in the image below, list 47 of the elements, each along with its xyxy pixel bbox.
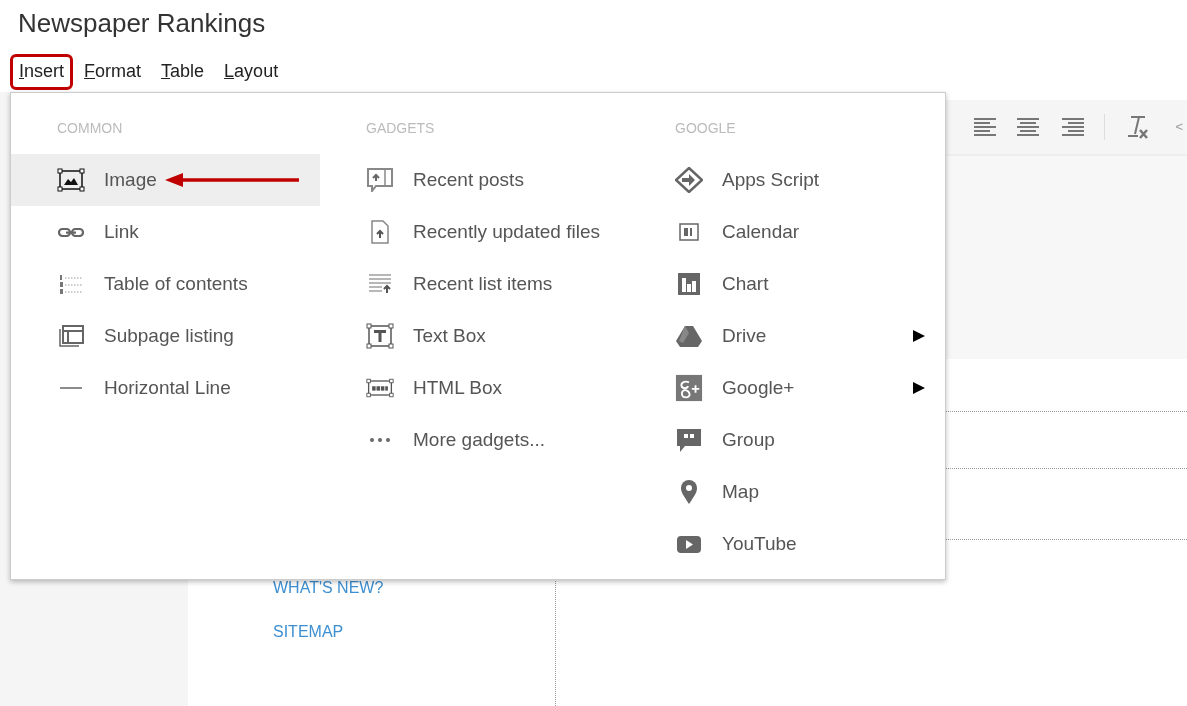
menu-item[interactable]: Link [11,206,320,258]
menu-button[interactable]: Layout [215,54,288,90]
code-box-icon [366,377,394,399]
menu-button[interactable]: Format [75,54,151,90]
menu-item[interactable]: Table of contents [11,258,320,310]
menu-item[interactable]: Map [629,466,945,518]
menu-item[interactable]: Recent list items [320,258,629,310]
calendar-icon [679,223,699,241]
menu-item[interactable]: More gadgets... [320,414,629,466]
menu-item[interactable]: Chart [629,258,945,310]
menu-item[interactable]: Group [629,414,945,466]
menu-item[interactable]: HTML Box [320,362,629,414]
document-icon [371,220,389,244]
play-icon [676,534,702,554]
map-pin-icon [680,479,698,505]
nav-link[interactable]: WHAT'S NEW? [273,576,555,600]
menu-item[interactable]: Recent posts [320,154,629,206]
menu-button[interactable]: Table [152,54,214,90]
menu-item[interactable]: Horizontal Line [11,362,320,414]
text-box-icon [366,323,394,349]
menu-item[interactable]: Image [11,154,320,206]
menu-item[interactable]: Google+ [629,362,945,414]
image-icon [57,168,85,192]
menu-item[interactable]: Text Box [320,310,629,362]
more-icon [369,437,391,443]
menu-section-heading: COMMON [56,119,124,138]
menu-item[interactable]: Drive [629,310,945,362]
list-icon [59,273,83,295]
comment-icon [367,168,393,192]
list-icon [368,274,392,294]
menu-item[interactable]: Recently updated files [320,206,629,258]
page-title: Newspaper Rankings [17,7,267,40]
menu-item[interactable]: Apps Script [629,154,945,206]
menu-item[interactable]: Calendar [629,206,945,258]
speech-bubble-icon [676,427,702,453]
triangle-icon [675,324,703,348]
menu-button[interactable]: Insert [10,54,74,90]
diamond-arrow-icon [675,167,703,193]
window-icon [58,325,84,347]
menu-item[interactable]: YouTube [629,518,945,570]
plus-square-icon [675,373,703,403]
menu-item[interactable]: Subpage listing [11,310,320,362]
menu-section-heading: GADGETS [365,119,436,138]
chart-icon [677,272,701,296]
line-icon [59,387,83,389]
menu-section-heading: GOOGLE [674,119,737,138]
link-icon [58,227,84,237]
